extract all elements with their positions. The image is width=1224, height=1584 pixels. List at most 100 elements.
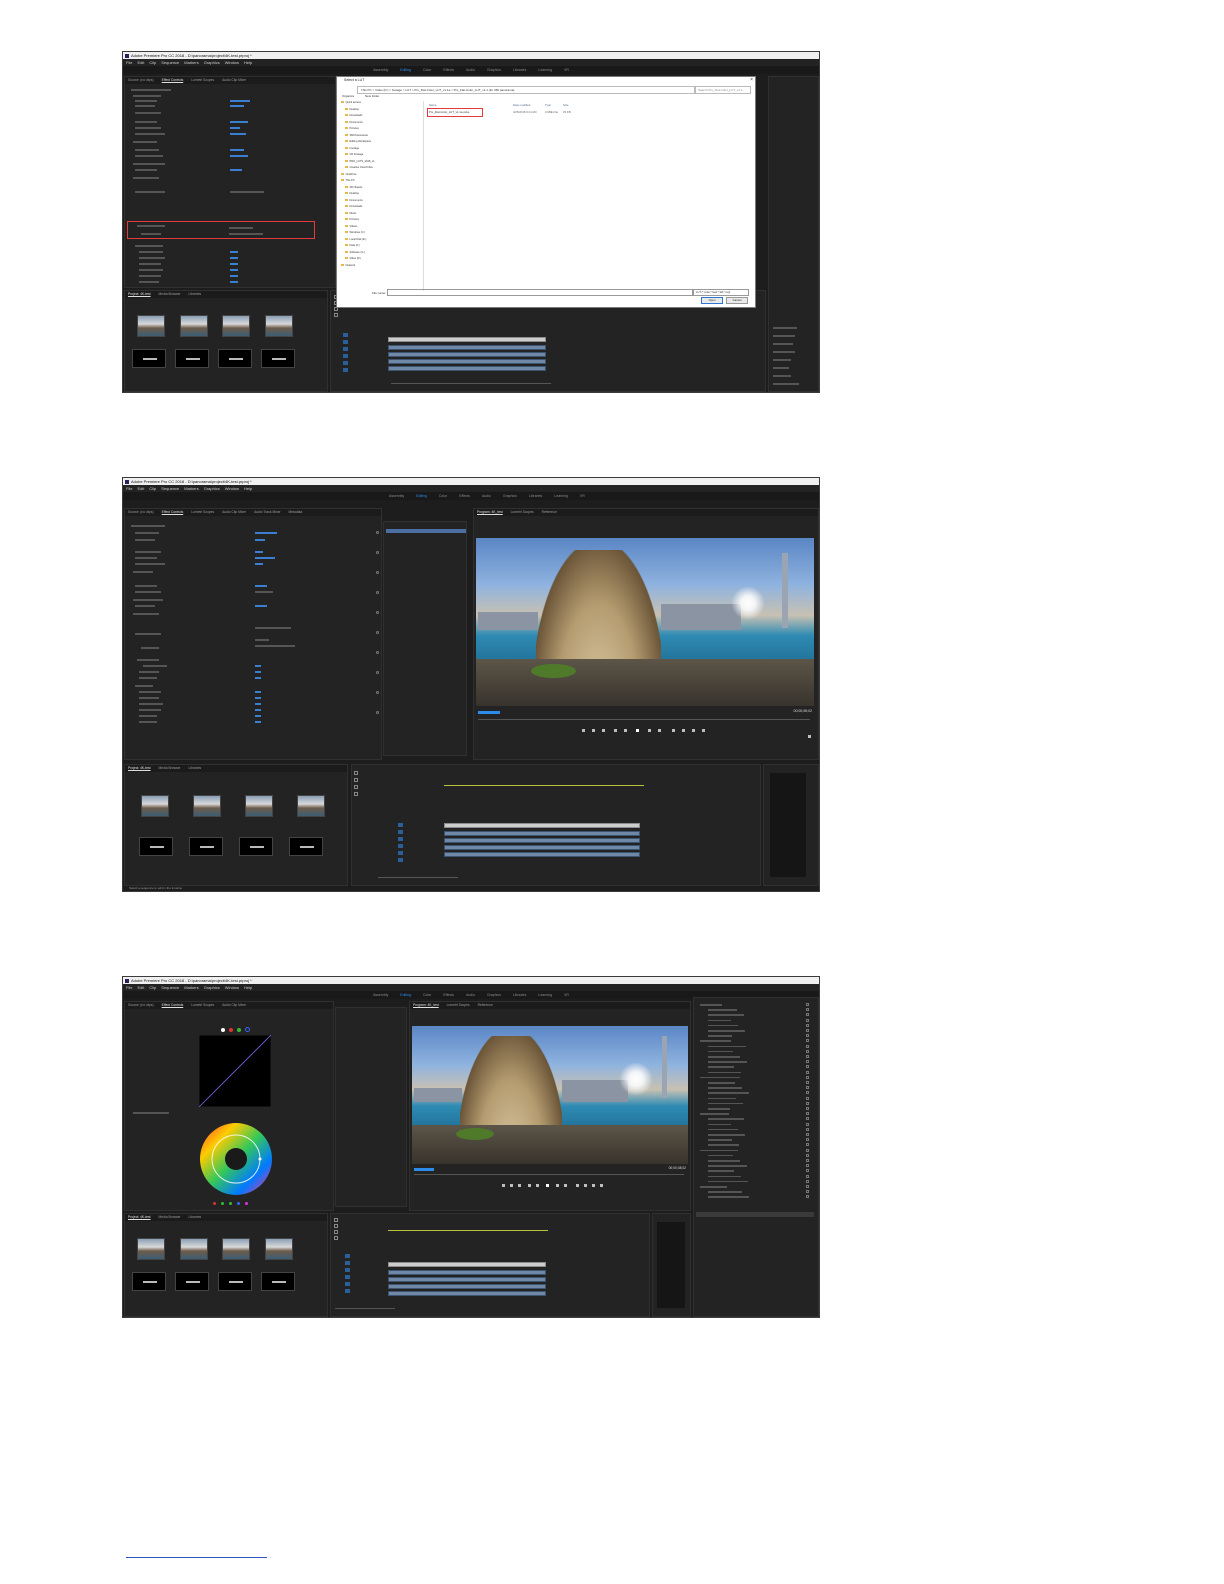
tab-program[interactable]: Program: 4K_test [477, 510, 503, 514]
clip-thumbnail[interactable] [222, 315, 250, 337]
tab-lumetri-scopes[interactable]: Lumetri Scopes [191, 1003, 214, 1007]
track-toggle[interactable] [343, 354, 348, 358]
file-name-input[interactable] [387, 289, 693, 296]
effects-tree-item[interactable] [708, 1175, 741, 1178]
effect-value[interactable] [230, 251, 238, 253]
effects-tree-item[interactable] [708, 1092, 749, 1094]
menu-clip[interactable]: Clip [149, 486, 156, 491]
track-toggle[interactable] [398, 837, 403, 841]
workspace-tab[interactable]: Color [423, 993, 431, 997]
workspace-tab[interactable]: Libraries [529, 494, 542, 498]
tab-media-browser[interactable]: Media Browser [159, 766, 181, 770]
nav-tree-item[interactable]: 360 Panoramas [341, 134, 368, 137]
effects-list-item[interactable] [773, 343, 793, 345]
track-toggle[interactable] [398, 823, 403, 827]
nav-tree-item[interactable]: Documents [341, 121, 363, 124]
menu-markers[interactable]: Markers [184, 985, 198, 990]
column-type[interactable]: Type [545, 103, 551, 107]
effect-value[interactable] [255, 691, 261, 693]
audio-clip[interactable] [388, 1284, 546, 1289]
workspace-tab[interactable]: Effects [443, 68, 454, 72]
nav-tree-item[interactable]: Music [341, 212, 356, 215]
workspace-tab[interactable]: VR [564, 993, 569, 997]
nav-tree-item[interactable]: 3D Objects [341, 186, 362, 189]
tab-metadata[interactable]: Metadata [289, 510, 303, 514]
black-video-thumbnail[interactable] [261, 1272, 295, 1291]
workspace-tab[interactable]: Graphics [503, 494, 517, 498]
marker-icon[interactable] [582, 729, 585, 732]
workspace-tab[interactable]: Audio [466, 993, 475, 997]
new-folder-button[interactable]: New folder [365, 94, 379, 98]
menu-edit[interactable]: Edit [137, 60, 144, 65]
workspace-tab-active[interactable]: Editing [416, 494, 427, 498]
tab-project[interactable]: Project: 4K-test [128, 1215, 151, 1219]
audio-clip[interactable] [388, 1291, 546, 1296]
nav-tree-item[interactable]: Desktop [341, 108, 359, 111]
effects-tree-item[interactable] [708, 1061, 747, 1063]
effect-value[interactable] [230, 127, 240, 129]
nav-tree-item[interactable]: Windows (C:) [341, 231, 365, 234]
workspace-tab[interactable]: Learning [538, 68, 552, 72]
black-video-thumbnail[interactable] [175, 1272, 209, 1291]
effects-tree-item[interactable] [708, 1024, 738, 1027]
effects-tree-item[interactable] [700, 1040, 731, 1042]
workspace-tab[interactable]: Effects [443, 993, 454, 997]
workspace-tab[interactable]: Libraries [513, 993, 526, 997]
mark-in-icon[interactable] [510, 1184, 513, 1187]
nav-tree-item[interactable]: Network [341, 264, 355, 267]
tab-reference[interactable]: Reference [542, 510, 557, 514]
menu-sequence[interactable]: Sequence [161, 60, 179, 65]
tab-audio-track-mixer[interactable]: Audio Track Mixer [254, 510, 280, 514]
mark-out-icon[interactable] [518, 1184, 521, 1187]
keyframe-reset-icon[interactable] [376, 591, 379, 594]
keyframe-reset-icon[interactable] [376, 571, 379, 574]
open-button[interactable]: Open [701, 297, 723, 304]
razor-tool-icon[interactable] [354, 792, 358, 796]
razor-tool-icon[interactable] [334, 1236, 338, 1240]
track-toggle[interactable] [345, 1268, 350, 1272]
effects-tree-item[interactable] [700, 1149, 738, 1152]
tab-lumetri-scopes[interactable]: Lumetri Scopes [511, 510, 534, 514]
video-clip[interactable] [388, 337, 546, 342]
effects-tree-item[interactable] [708, 1196, 749, 1198]
effects-tree-item[interactable] [708, 1165, 747, 1167]
nav-tree-item[interactable]: This PC [341, 179, 355, 182]
column-name[interactable]: Name [429, 103, 436, 107]
menu-help[interactable]: Help [244, 60, 252, 65]
panorama-video-frame[interactable] [476, 538, 814, 706]
audio-clip[interactable] [388, 359, 546, 364]
nav-tree-item[interactable]: VR Footage [341, 153, 363, 156]
effects-tree-item[interactable] [708, 1056, 740, 1058]
black-video-thumbnail[interactable] [289, 837, 323, 856]
timeline-scrollbar[interactable] [378, 877, 458, 878]
lut-file-row[interactable]: Pro_Flat-Color_LUT_v1.1a.cube [429, 110, 469, 115]
menu-file[interactable]: File [126, 486, 132, 491]
effects-tree-item[interactable] [708, 1108, 730, 1110]
effects-list-item[interactable] [773, 327, 797, 329]
black-video-thumbnail[interactable] [175, 349, 209, 368]
tab-libraries[interactable]: Libraries [189, 292, 202, 296]
effects-tree-item[interactable] [700, 1076, 740, 1079]
nav-tree-item[interactable]: PRO_LUTS_2018_v1 [341, 160, 375, 163]
menu-window[interactable]: Window [225, 60, 239, 65]
mark-in-icon[interactable] [592, 729, 595, 732]
nav-tree-item[interactable]: Quick access [341, 101, 361, 104]
audio-clip[interactable] [388, 345, 546, 350]
razor-tool-icon[interactable] [334, 313, 338, 317]
video-clip[interactable] [444, 823, 640, 828]
effect-value[interactable] [255, 585, 267, 587]
effects-tree-item[interactable] [708, 1035, 732, 1037]
black-video-thumbnail[interactable] [218, 1272, 252, 1291]
menu-graphics[interactable]: Graphics [204, 60, 220, 65]
audio-clip[interactable] [444, 852, 640, 857]
video-clip[interactable] [388, 1262, 546, 1267]
track-toggle[interactable] [345, 1254, 350, 1258]
effect-value[interactable] [255, 551, 263, 553]
effect-value[interactable] [230, 275, 238, 277]
step-back-icon[interactable] [624, 729, 627, 732]
program-time-ruler[interactable] [414, 1174, 684, 1175]
workspace-tab[interactable]: VR [580, 494, 585, 498]
effect-value[interactable] [230, 257, 238, 259]
effects-tree-item[interactable] [708, 1097, 736, 1100]
track-toggle[interactable] [398, 858, 403, 862]
